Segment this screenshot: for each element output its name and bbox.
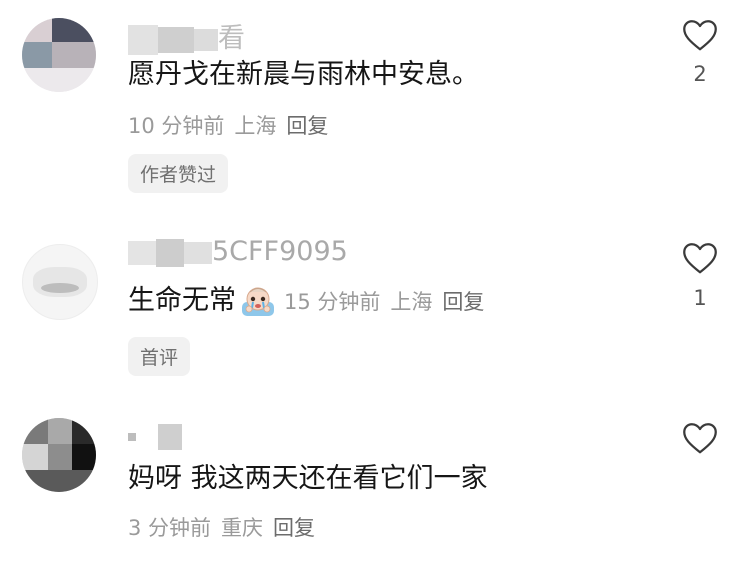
username-blur: [128, 24, 158, 55]
comment-location: 重庆: [221, 516, 264, 540]
avatar[interactable]: [22, 418, 96, 492]
like-button[interactable]: [682, 18, 718, 52]
reply-button[interactable]: 回复: [273, 516, 315, 540]
crying-emoji-icon: [242, 287, 274, 316]
comment-time: 3 分钟前: [128, 516, 212, 540]
username-text: 5CFF9095: [212, 236, 348, 267]
comment-text: 愿丹戈在新晨与雨林中安息。: [128, 59, 479, 90]
heart-outline-icon: [683, 423, 717, 454]
username-blur: [184, 241, 212, 264]
avatar-mosaic: [22, 18, 52, 42]
comment-meta: 3 分钟前 重庆 回复: [128, 512, 325, 542]
username-text: 看: [218, 23, 245, 54]
avatar-mosaic: [52, 42, 96, 68]
username[interactable]: 5CFF9095: [128, 236, 348, 267]
username-blur: [128, 240, 156, 265]
comment-location: 上海: [234, 114, 277, 138]
avatar-mosaic: [22, 418, 48, 444]
first-comment-badge: 首评: [128, 337, 191, 376]
comment-text-content: 生命无常: [128, 285, 236, 316]
comment-location: 上海: [390, 290, 433, 314]
username[interactable]: [128, 420, 182, 451]
comment-meta: 10 分钟前 上海 回复: [128, 110, 338, 140]
avatar[interactable]: [22, 244, 98, 320]
like-button[interactable]: [682, 421, 718, 455]
username-blur: [158, 26, 194, 53]
avatar-mosaic: [22, 68, 96, 92]
avatar-mosaic: [48, 418, 72, 444]
username-blur: [194, 28, 218, 51]
username[interactable]: 看: [128, 16, 245, 55]
heart-outline-icon: [683, 243, 717, 274]
username-blur: [156, 238, 184, 267]
avatar-mosaic: [22, 470, 96, 492]
comment-time: 10 分钟前: [128, 114, 225, 138]
avatar-mosaic: [72, 444, 96, 470]
comment-meta: 15 分钟前 上海 回复: [284, 290, 494, 314]
author-liked-badge: 作者赞过: [128, 154, 229, 193]
username-blur: [158, 423, 182, 450]
like-button[interactable]: [682, 241, 718, 275]
comment-text: 妈呀 我这两天还在看它们一家: [128, 463, 488, 494]
reply-button[interactable]: 回复: [442, 290, 484, 314]
avatar-mosaic: [72, 418, 96, 444]
username-blur: [128, 432, 136, 441]
comment-text: 生命无常 15 分钟前 上海 回复: [128, 284, 494, 319]
avatar-mosaic: [22, 42, 52, 68]
avatar-mosaic: [41, 283, 79, 293]
like-count: 1: [693, 286, 707, 310]
avatar-mosaic: [52, 18, 96, 42]
like-count: 2: [693, 62, 707, 86]
avatar[interactable]: [22, 18, 96, 92]
avatar-mosaic: [48, 444, 72, 470]
heart-outline-icon: [683, 20, 717, 51]
reply-button[interactable]: 回复: [286, 114, 328, 138]
avatar-mosaic: [22, 444, 48, 470]
comment-time: 15 分钟前: [284, 290, 381, 314]
